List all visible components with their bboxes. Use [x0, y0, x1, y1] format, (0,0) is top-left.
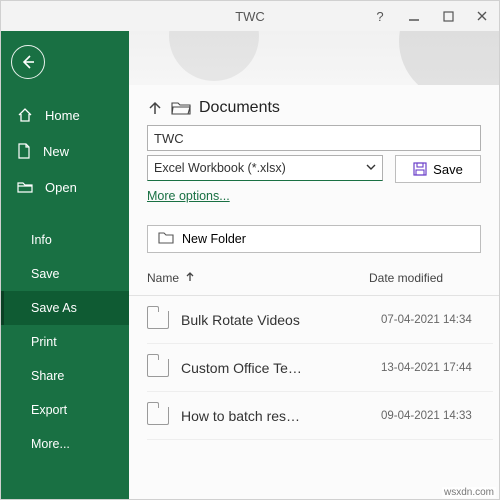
sidebar-label: Export: [31, 403, 67, 417]
folder-plus-icon: [158, 231, 174, 247]
folder-icon: [147, 311, 169, 329]
minimize-button[interactable]: [397, 1, 431, 31]
open-icon: [17, 180, 33, 194]
folder-icon: [147, 407, 169, 425]
sidebar-item-save[interactable]: Save: [1, 257, 129, 291]
sort-asc-icon: [185, 271, 195, 285]
help-button[interactable]: ?: [363, 1, 397, 31]
save-as-panel: Documents Excel Workbook (*.xlsx) Save: [129, 31, 499, 499]
new-icon: [17, 143, 31, 159]
up-arrow-icon[interactable]: [147, 100, 163, 116]
backstage-sidebar: Home New Open Info Save Save As Print Sh…: [1, 31, 129, 499]
home-icon: [17, 107, 33, 123]
sidebar-label: Share: [31, 369, 64, 383]
list-item[interactable]: Bulk Rotate Videos 07-04-2021 14:34: [147, 296, 493, 344]
sidebar-label: More...: [31, 437, 70, 451]
titlebar: TWC ?: [1, 1, 499, 31]
sidebar-item-share[interactable]: Share: [1, 359, 129, 393]
watermark: wsxdn.com: [442, 487, 496, 498]
filename-input[interactable]: [147, 125, 481, 151]
column-name[interactable]: Name: [147, 271, 369, 285]
file-date: 13-04-2021 17:44: [381, 362, 493, 374]
file-date: 09-04-2021 14:33: [381, 410, 493, 422]
sidebar-item-home[interactable]: Home: [1, 97, 129, 133]
sidebar-item-export[interactable]: Export: [1, 393, 129, 427]
column-date[interactable]: Date modified: [369, 271, 481, 285]
file-date: 07-04-2021 14:34: [381, 314, 493, 326]
list-item[interactable]: Custom Office Te… 13-04-2021 17:44: [147, 344, 493, 392]
list-header: Name Date modified: [129, 271, 499, 285]
window-title: TWC: [235, 9, 265, 24]
back-button[interactable]: [11, 45, 45, 79]
sidebar-item-open[interactable]: Open: [1, 169, 129, 205]
more-options-link[interactable]: More options...: [147, 189, 230, 203]
file-name: How to batch res…: [181, 408, 369, 424]
sidebar-item-more[interactable]: More...: [1, 427, 129, 461]
decorative-header: [129, 31, 499, 85]
sidebar-label: Print: [31, 335, 57, 349]
sidebar-label: Save As: [31, 301, 77, 315]
sidebar-item-save-as[interactable]: Save As: [1, 291, 129, 325]
list-item[interactable]: How to batch res… 09-04-2021 14:33: [147, 392, 493, 440]
sidebar-label: Info: [31, 233, 52, 247]
file-name: Custom Office Te…: [181, 360, 369, 376]
sidebar-label: New: [43, 144, 69, 159]
save-icon: [413, 162, 427, 176]
sidebar-item-print[interactable]: Print: [1, 325, 129, 359]
new-folder-label: New Folder: [182, 232, 246, 246]
file-list: Bulk Rotate Videos 07-04-2021 14:34 Cust…: [129, 296, 499, 499]
save-button-label: Save: [433, 162, 463, 177]
location-label: Documents: [199, 99, 280, 117]
filetype-select[interactable]: Excel Workbook (*.xlsx): [147, 155, 383, 181]
new-folder-button[interactable]: New Folder: [147, 225, 481, 253]
folder-open-icon: [171, 100, 191, 116]
sidebar-item-info[interactable]: Info: [1, 223, 129, 257]
sidebar-label: Open: [45, 180, 77, 195]
sidebar-item-new[interactable]: New: [1, 133, 129, 169]
sidebar-label: Save: [31, 267, 60, 281]
close-button[interactable]: [465, 1, 499, 31]
maximize-button[interactable]: [431, 1, 465, 31]
file-name: Bulk Rotate Videos: [181, 312, 369, 328]
save-button[interactable]: Save: [395, 155, 481, 183]
folder-icon: [147, 359, 169, 377]
sidebar-label: Home: [45, 108, 80, 123]
